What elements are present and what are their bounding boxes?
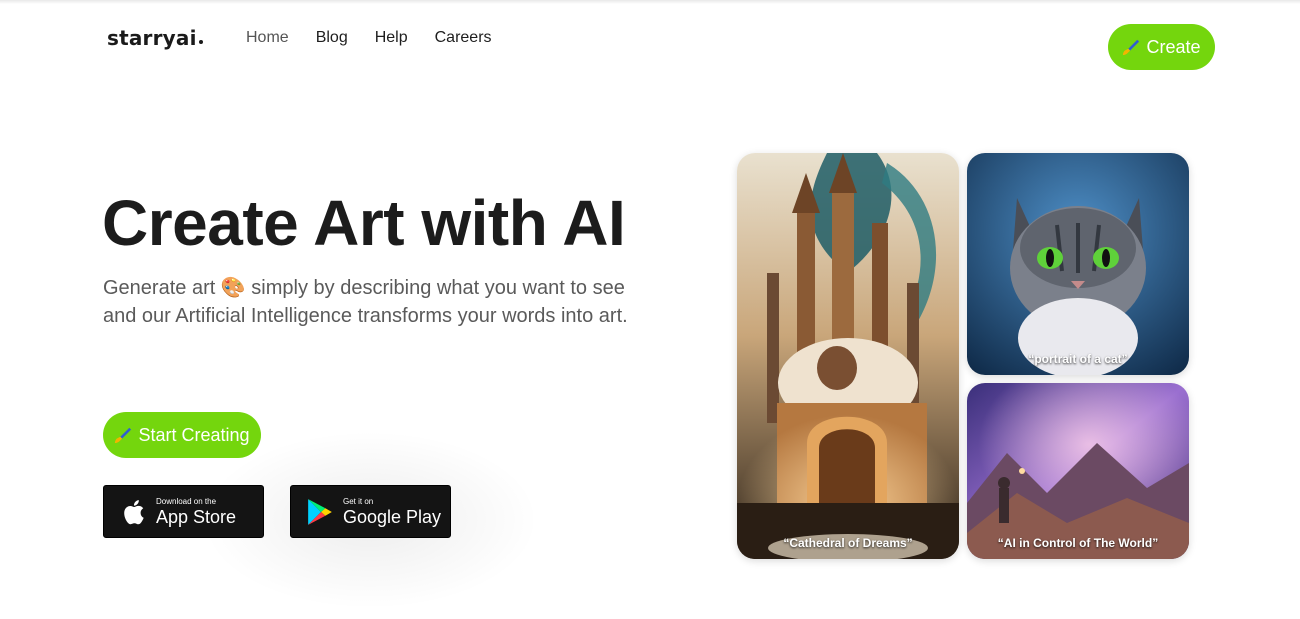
app-store-big-text: App Store (156, 506, 237, 527)
logo-text: starryai (107, 26, 197, 50)
create-button[interactable]: Create (1108, 24, 1215, 70)
nav-careers-link[interactable]: Careers (435, 29, 492, 47)
gallery-caption: “Cathedral of Dreams” (783, 536, 913, 550)
nav-help-link[interactable]: Help (375, 29, 408, 47)
gallery-tile-cathedral[interactable]: “Cathedral of Dreams” (737, 153, 959, 559)
hero-subtitle-line1: Generate art 🎨 simply by describing what… (103, 277, 625, 299)
gallery-tile-world[interactable]: “AI in Control of The World” (967, 383, 1189, 559)
paintbrush-icon (1123, 39, 1140, 56)
hero-title: Create Art with AI (102, 187, 626, 259)
google-play-icon (308, 498, 332, 525)
start-creating-label: Start Creating (138, 424, 250, 445)
hero-subtitle: Generate art 🎨 simply by describing what… (103, 274, 663, 330)
top-border (0, 0, 1300, 4)
logo-dot (198, 40, 203, 44)
gallery-tile-cat[interactable]: “portrait of a cat” (967, 153, 1189, 375)
hero-subtitle-line2: and our Artificial Intelligence transfor… (103, 305, 628, 327)
start-creating-button[interactable]: Start Creating (103, 412, 261, 458)
google-play-button[interactable]: Get it on Google Play (290, 485, 451, 538)
app-store-small-text: Download on the (156, 496, 217, 506)
nav-blog-link[interactable]: Blog (316, 29, 348, 47)
create-label: Create (1146, 36, 1201, 57)
apple-icon (124, 499, 144, 524)
app-store-button[interactable]: Download on the App Store (103, 485, 264, 538)
main-nav: Home Blog Help Careers (246, 29, 519, 47)
cathedral-artwork (737, 153, 959, 559)
google-play-big-text: Google Play (343, 506, 442, 527)
nav-home-link[interactable]: Home (246, 29, 289, 47)
gallery-caption: “portrait of a cat” (1028, 352, 1128, 366)
cat-artwork (967, 153, 1189, 375)
paintbrush-icon (115, 427, 132, 444)
logo[interactable]: starryai (107, 26, 203, 50)
world-artwork (967, 383, 1189, 559)
gallery-caption: “AI in Control of The World” (997, 536, 1159, 550)
google-play-small-text: Get it on (343, 496, 374, 506)
